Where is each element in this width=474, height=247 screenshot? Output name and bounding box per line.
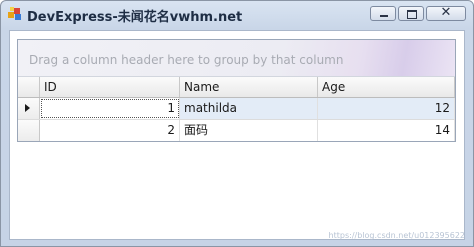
column-header-name[interactable]: Name [180, 77, 318, 97]
table-row[interactable]: 1 mathilda 12 [18, 98, 455, 120]
minimize-button[interactable] [370, 6, 396, 21]
devexpress-app-icon [8, 7, 21, 20]
maximize-button[interactable] [398, 6, 424, 21]
title-bar[interactable]: DevExpress-未闻花名vwhm.net ✕ [1, 1, 473, 29]
minimize-icon [380, 15, 388, 17]
cell-id[interactable]: 1 [40, 98, 180, 119]
watermark-text: https://blog.csdn.net/u012395622 [328, 231, 465, 240]
group-panel-hint: Drag a column header here to group by th… [29, 53, 344, 67]
group-panel[interactable]: Drag a column header here to group by th… [18, 40, 455, 77]
close-icon: ✕ [440, 5, 452, 20]
row-indicator-cell[interactable] [18, 120, 40, 141]
row-indicator-arrow-icon [25, 104, 30, 112]
column-header-id[interactable]: ID [40, 77, 180, 97]
cell-age[interactable]: 12 [318, 98, 455, 119]
column-header-age[interactable]: Age [318, 77, 455, 97]
close-button[interactable]: ✕ [426, 5, 466, 21]
app-window: DevExpress-未闻花名vwhm.net ✕ Drag a column … [0, 0, 474, 247]
cell-name[interactable]: 面码 [180, 120, 318, 141]
maximize-icon [407, 10, 417, 19]
window-title: DevExpress-未闻花名vwhm.net [27, 10, 243, 25]
cell-age[interactable]: 14 [318, 120, 455, 141]
row-indicator-cell[interactable] [18, 98, 40, 119]
table-row[interactable]: 2 面码 14 [18, 120, 455, 141]
column-header-row: ID Name Age [18, 77, 455, 98]
caption-buttons: ✕ [370, 5, 466, 21]
cell-id[interactable]: 2 [40, 120, 180, 141]
data-grid[interactable]: Drag a column header here to group by th… [17, 39, 456, 142]
header-indicator-cell [18, 77, 40, 97]
cell-name[interactable]: mathilda [180, 98, 318, 119]
